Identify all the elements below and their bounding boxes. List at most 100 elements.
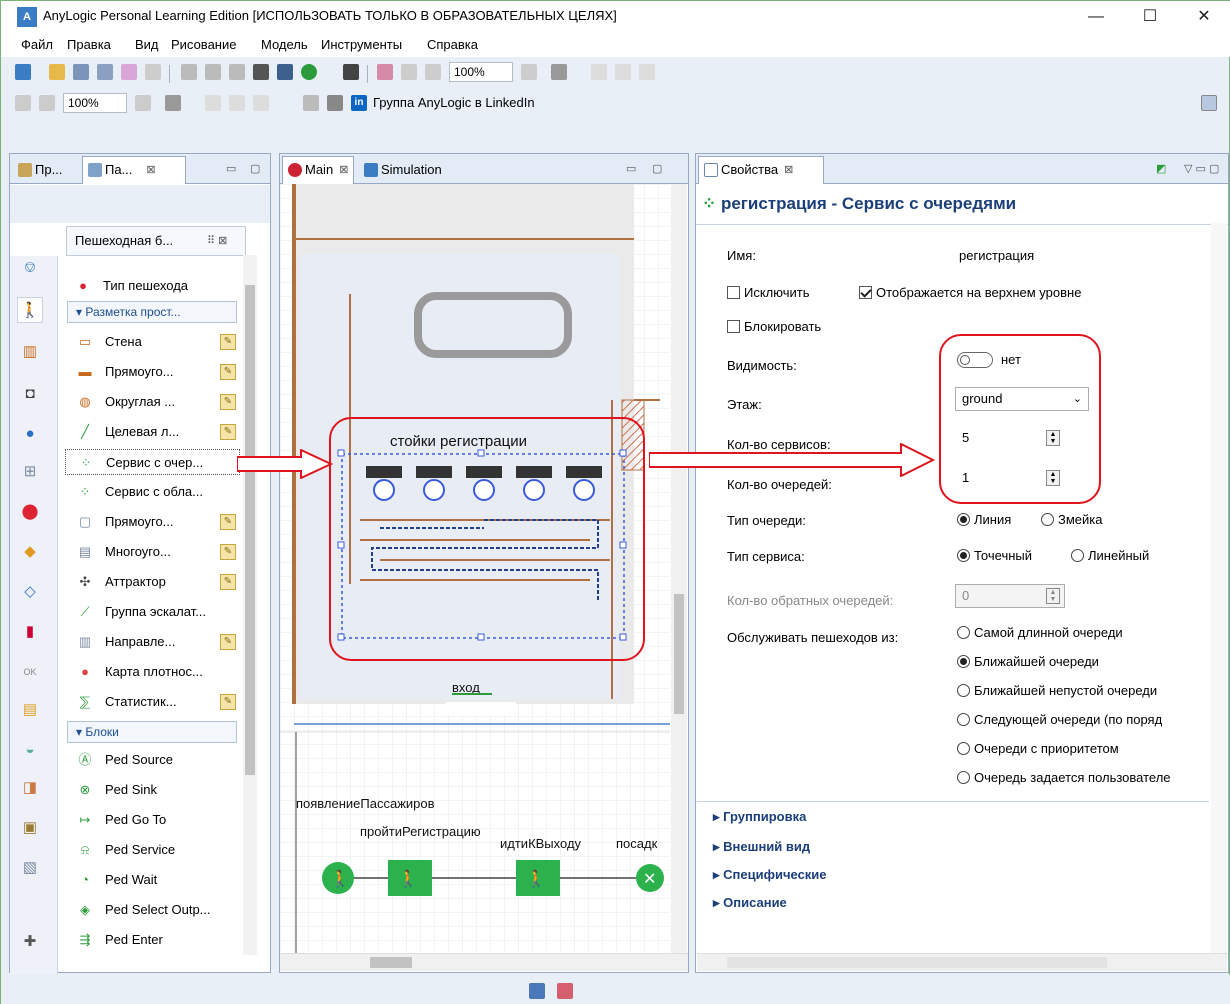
palette-item-wall[interactable]: ▭ Стена ✎ <box>65 329 240 355</box>
layers-icon[interactable] <box>229 95 245 111</box>
palette-item-polygon-area[interactable]: ▤ Многоуго... ✎ <box>65 539 240 565</box>
tab-projects[interactable]: Пр... <box>12 156 80 184</box>
editor-vscroll-thumb[interactable] <box>674 594 684 714</box>
ped-sink-block[interactable]: ✕ <box>636 864 664 892</box>
problems-icon[interactable] <box>557 983 573 999</box>
console-icon[interactable] <box>529 983 545 999</box>
view-menu-icon[interactable]: ▽ ▭ ▢ <box>1184 162 1219 175</box>
pencil-icon[interactable]: ✎ <box>220 394 236 410</box>
queue-type-snake-radio[interactable]: Змейка <box>1041 512 1102 527</box>
palette-item-circular-wall[interactable]: ◍ Округлая ... ✎ <box>65 389 240 415</box>
editor-hscroll-thumb[interactable] <box>370 957 412 968</box>
palette-scroll-thumb[interactable] <box>245 285 255 775</box>
open-icon[interactable] <box>49 64 65 80</box>
menu-view[interactable]: Вид <box>135 37 159 52</box>
presentation-icon[interactable]: ⬤ <box>17 499 43 525</box>
delete-icon[interactable] <box>253 64 269 80</box>
properties-vscrollbar[interactable] <box>1211 223 1227 953</box>
process-library-icon[interactable]: ⎊ <box>17 255 43 281</box>
group-blocks[interactable]: ▾ Блоки <box>67 721 237 743</box>
tab-properties[interactable]: Свойства ⊠ <box>698 156 824 184</box>
menu-tools[interactable]: Инструменты <box>321 37 402 52</box>
zoom-out-icon[interactable] <box>39 95 55 111</box>
copy-icon[interactable] <box>205 64 221 80</box>
close-button[interactable]: ✕ <box>1181 3 1227 31</box>
pan-tool-icon[interactable] <box>551 64 567 80</box>
linkedin-link[interactable]: Группа AnyLogic в LinkedIn <box>373 95 535 110</box>
pencil-icon[interactable]: ✎ <box>220 574 236 590</box>
connector-icon[interactable] <box>303 95 319 111</box>
section-description[interactable]: ▸ Описание <box>713 895 787 911</box>
rail-library-icon[interactable]: ▥ <box>17 339 43 365</box>
serve-from-longest-queue-radio[interactable]: Самой длинной очереди <box>957 625 1209 640</box>
zoom-in-icon[interactable] <box>401 64 417 80</box>
save-all-icon[interactable] <box>97 64 113 80</box>
pan-tool-icon[interactable] <box>165 95 181 111</box>
editor-hscrollbar[interactable] <box>280 953 688 971</box>
road-library-icon[interactable]: ◘ <box>17 381 43 407</box>
service-type-point-radio[interactable]: Точечный <box>957 548 1032 563</box>
pencil-icon[interactable]: ✎ <box>220 694 236 710</box>
zoom-in-icon[interactable] <box>15 95 31 111</box>
menu-edit[interactable]: Правка <box>67 37 111 52</box>
maximize-button[interactable]: ☐ <box>1127 3 1173 31</box>
pencil-icon[interactable]: ✎ <box>220 334 236 350</box>
minimize-view-icon[interactable]: ▭ <box>626 162 636 175</box>
redo-icon[interactable] <box>145 64 161 80</box>
section-grouping[interactable]: ▸ Группировка <box>713 809 806 825</box>
menu-file[interactable]: Файл <box>21 37 53 52</box>
palette-item-target-line[interactable]: ╱ Целевая л... ✎ <box>65 419 240 445</box>
build-icon[interactable] <box>277 64 293 80</box>
cut-icon[interactable] <box>181 64 197 80</box>
palette-item-attractor[interactable]: ✣ Аттрактор ✎ <box>65 569 240 595</box>
analysis-icon[interactable]: ▮ <box>17 619 43 645</box>
palette-item-ped-service[interactable]: ⍾ Ped Service <box>65 837 240 863</box>
connectivity-icon[interactable]: ◆ <box>17 539 43 565</box>
zoom-fit-icon[interactable] <box>521 64 537 80</box>
palette-item-ped-go-to[interactable]: ↦ Ped Go To <box>65 807 240 833</box>
top-level-checkbox[interactable]: Отображается на верхнем уровне <box>859 285 1081 300</box>
palette-item-rect-area[interactable]: ▢ Прямоуго... ✎ <box>65 509 240 535</box>
name-value[interactable]: регистрация <box>959 248 1034 263</box>
new-model-icon[interactable] <box>15 64 31 80</box>
perspective-icon[interactable] <box>1201 95 1217 111</box>
markup-icon[interactable]: ▧ <box>17 855 43 881</box>
ped-source-block[interactable]: 🚶 <box>322 862 354 894</box>
palette-item-ped-select-output[interactable]: ◈ Ped Select Outp... <box>65 897 240 923</box>
menu-draw[interactable]: Рисование <box>171 37 236 52</box>
editor-vscrollbar[interactable] <box>671 184 687 954</box>
paste-icon[interactable] <box>229 64 245 80</box>
minimize-button[interactable]: — <box>1073 3 1119 31</box>
fluid-library-icon[interactable]: ● <box>17 421 43 447</box>
minimize-view-icon[interactable]: ▭ <box>226 162 236 175</box>
pencil-icon[interactable]: ✎ <box>220 514 236 530</box>
tab-palette[interactable]: Па... ⊠ <box>82 156 186 184</box>
controls-icon[interactable]: OK <box>17 659 43 685</box>
zoom-fit-icon[interactable] <box>135 95 151 111</box>
close-icon[interactable]: ⊠ <box>146 157 155 183</box>
lock-checkbox[interactable]: Блокировать <box>727 319 821 334</box>
pencil-icon[interactable]: ✎ <box>220 634 236 650</box>
maximize-view-icon[interactable]: ▢ <box>652 162 662 175</box>
agent-library-icon[interactable]: ▣ <box>17 815 43 841</box>
group-space-markup[interactable]: ▾ Разметка прост... <box>67 301 237 323</box>
close-icon[interactable]: ⊠ <box>784 157 793 183</box>
service-type-linear-radio[interactable]: Линейный <box>1071 548 1149 563</box>
statechart-icon[interactable]: ◇ <box>17 579 43 605</box>
agent-icon[interactable]: ⊞ <box>17 459 43 485</box>
pencil-icon[interactable]: ✎ <box>220 424 236 440</box>
run-icon[interactable] <box>301 64 317 80</box>
palette-item-density-map[interactable]: ● Карта плотнос... <box>65 659 240 685</box>
palette-item-ped-enter[interactable]: ⇶ Ped Enter <box>65 927 240 953</box>
save-icon[interactable] <box>73 64 89 80</box>
pencil-icon[interactable]: ✎ <box>220 544 236 560</box>
serve-from-nearest-nonempty-queue-radio[interactable]: Ближайшей непустой очереди <box>957 683 1209 698</box>
add-palette-icon[interactable]: ✚ <box>17 929 43 955</box>
grid-icon[interactable] <box>591 64 607 80</box>
layers-icon[interactable] <box>615 64 631 80</box>
frame-icon[interactable] <box>253 95 269 111</box>
serve-from-user-defined-queue-radio[interactable]: Очередь задается пользователе <box>957 770 1209 785</box>
close-icon[interactable]: ⊠ <box>339 157 348 183</box>
tab-main[interactable]: Main ⊠ <box>282 156 354 184</box>
properties-hscroll-thumb[interactable] <box>727 957 1107 968</box>
